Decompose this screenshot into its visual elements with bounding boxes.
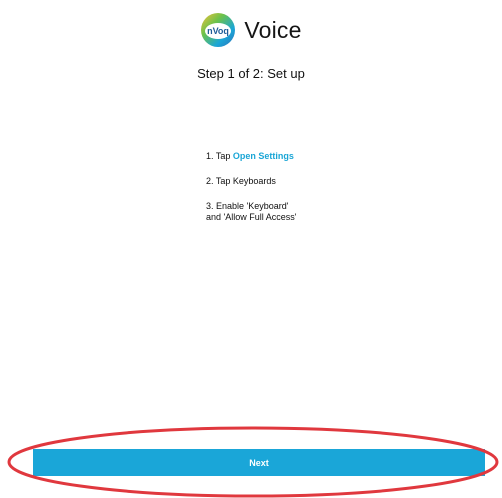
instruction-step-3-line-1: 3. Enable 'Keyboard' bbox=[206, 201, 289, 211]
next-button[interactable]: Next bbox=[33, 449, 485, 476]
open-settings-link[interactable]: Open Settings bbox=[233, 151, 294, 161]
instruction-step-1: 1. Tap Open Settings bbox=[206, 151, 294, 162]
instruction-step-3: 3. Enable 'Keyboard' and 'Allow Full Acc… bbox=[206, 201, 296, 223]
app-title: Voice bbox=[244, 16, 302, 43]
nvoq-logo-icon: nVoq bbox=[201, 13, 236, 47]
step-title: Step 1 of 2: Set up bbox=[197, 66, 305, 81]
logo-text: nVoq bbox=[207, 26, 229, 36]
instruction-step-3-line-2: and 'Allow Full Access' bbox=[206, 212, 297, 222]
instruction-step-1-text: 1. Tap bbox=[206, 151, 233, 161]
instruction-step-2: 2. Tap Keyboards bbox=[206, 176, 276, 186]
app-header: nVoq Voice bbox=[0, 12, 502, 48]
